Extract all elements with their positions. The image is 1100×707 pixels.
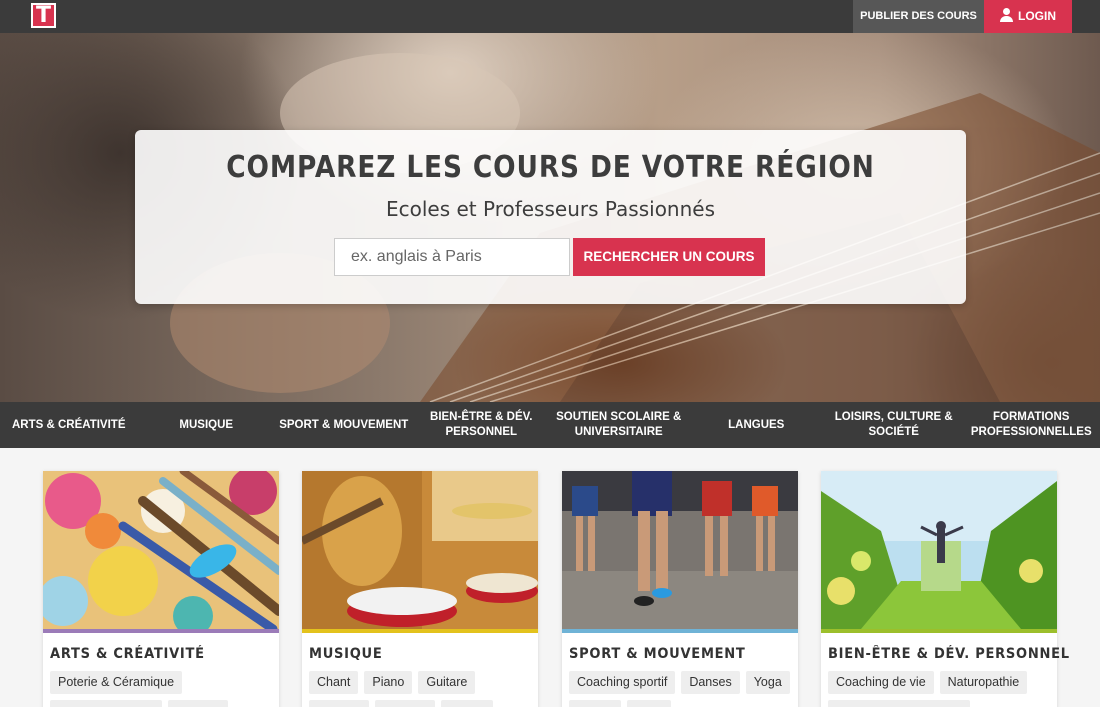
tag-guitare[interactable]: Guitare <box>418 671 476 694</box>
card-title: MUSIQUE <box>309 646 383 662</box>
course-search-input[interactable] <box>334 238 570 276</box>
nav-item-soutien-scolaire[interactable]: SOUTIEN SCOLAIRE & UNIVERSITAIRE <box>550 402 688 448</box>
tag-partial[interactable] <box>441 700 493 707</box>
publish-courses-button[interactable]: PUBLIER DES COURS <box>853 0 984 33</box>
category-nav: ARTS & CRÉATIVITÉ MUSIQUE SPORT & MOUVEM… <box>0 402 1100 448</box>
tag-yoga[interactable]: Yoga <box>745 671 790 694</box>
top-bar: T PUBLIER DES COURS LOGIN <box>0 0 1100 33</box>
search-courses-button[interactable]: RECHERCHER UN COURS <box>573 238 765 276</box>
tag-danses[interactable]: Danses <box>681 671 740 694</box>
card-accent-bar <box>821 629 1057 633</box>
tag-partial[interactable] <box>375 700 435 707</box>
card-title: SPORT & MOUVEMENT <box>569 646 746 662</box>
nav-item-sport[interactable]: SPORT & MOUVEMENT <box>275 402 413 448</box>
tag-partial[interactable] <box>828 700 970 707</box>
tag-coaching-sportif[interactable]: Coaching sportif <box>569 671 676 694</box>
category-card-bien-etre[interactable]: BIEN-ÊTRE & DÉV. PERSONNEL Coaching de v… <box>821 471 1069 707</box>
nav-item-arts[interactable]: ARTS & CRÉATIVITÉ <box>0 402 138 448</box>
card-title: ARTS & CRÉATIVITÉ <box>50 646 205 662</box>
card-tags: Poterie & Céramique <box>50 671 275 707</box>
card-accent-bar <box>302 629 538 633</box>
hero-subtitle: Ecoles et Professeurs Passionnés <box>385 197 716 221</box>
nav-item-musique[interactable]: MUSIQUE <box>138 402 276 448</box>
card-tags: Coaching de vie Naturopathie <box>828 671 1053 707</box>
hero-title: COMPAREZ LES COURS DE VOTRE RÉGION <box>226 150 875 185</box>
card-image-runners <box>562 471 798 629</box>
card-tags: Coaching sportif Danses Yoga <box>569 671 794 707</box>
category-card-arts[interactable]: ARTS & CRÉATIVITÉ Poterie & Céramique <box>43 471 279 707</box>
card-image-paintbrushes <box>43 471 279 629</box>
search-panel: COMPAREZ LES COURS DE VOTRE RÉGION Ecole… <box>135 130 966 304</box>
tag-partial[interactable] <box>168 700 228 707</box>
card-image-meadow <box>821 471 1057 629</box>
tag-naturopathie[interactable]: Naturopathie <box>939 671 1028 694</box>
tag-coaching-de-vie[interactable]: Coaching de vie <box>828 671 934 694</box>
card-image-drums-guitar <box>302 471 538 629</box>
tag-poterie[interactable]: Poterie & Céramique <box>50 671 183 694</box>
tag-partial[interactable] <box>309 700 369 707</box>
nav-item-bien-etre[interactable]: BIEN-ÊTRE & DÉV. PERSONNEL <box>413 402 551 448</box>
tag-partial[interactable] <box>569 700 621 707</box>
card-accent-bar <box>562 629 798 633</box>
category-card-musique[interactable]: MUSIQUE Chant Piano Guitare <box>302 471 538 707</box>
nav-item-langues[interactable]: LANGUES <box>688 402 826 448</box>
card-tags: Chant Piano Guitare <box>309 671 534 707</box>
user-icon <box>1000 8 1013 22</box>
card-title: BIEN-ÊTRE & DÉV. PERSONNEL <box>828 646 1070 662</box>
nav-item-loisirs[interactable]: LOISIRS, CULTURE & SOCIÉTÉ <box>825 402 963 448</box>
site-logo[interactable]: T <box>31 3 56 28</box>
tag-chant[interactable]: Chant <box>309 671 359 694</box>
tag-partial[interactable] <box>627 700 671 707</box>
nav-item-formations[interactable]: FORMATIONS PROFESSIONNELLES <box>963 402 1100 448</box>
hero-banner: COMPAREZ LES COURS DE VOTRE RÉGION Ecole… <box>0 33 1100 402</box>
login-button[interactable]: LOGIN <box>984 0 1072 33</box>
category-card-sport[interactable]: SPORT & MOUVEMENT Coaching sportif Danse… <box>562 471 798 707</box>
login-label: LOGIN <box>1018 9 1056 23</box>
card-accent-bar <box>43 629 279 633</box>
tag-piano[interactable]: Piano <box>364 671 413 694</box>
tag-partial[interactable] <box>50 700 162 707</box>
category-cards: ARTS & CRÉATIVITÉ Poterie & Céramique MU… <box>43 471 1069 707</box>
